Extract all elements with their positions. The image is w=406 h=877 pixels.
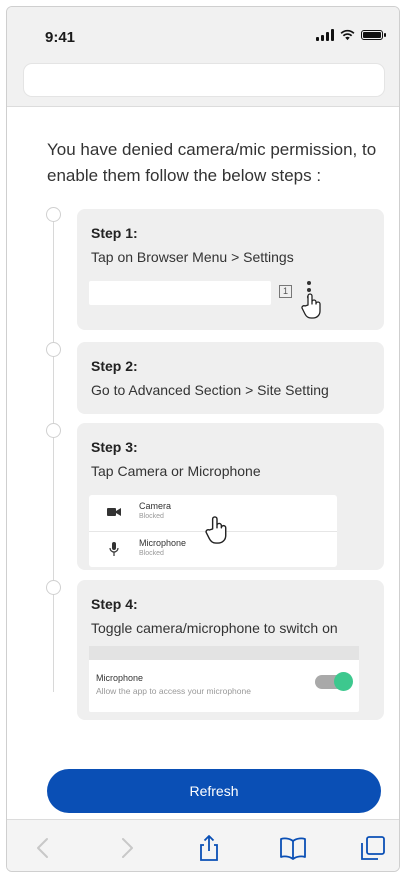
permission-name: Microphone xyxy=(139,538,187,548)
tab-count-icon: 1 xyxy=(279,285,292,298)
step-card-4: Step 4: Toggle camera/microphone to swit… xyxy=(77,580,384,720)
browser-bottom-toolbar xyxy=(7,819,399,871)
settings-header-strip xyxy=(89,646,359,660)
setting-title: Microphone xyxy=(96,673,144,683)
bookmarks-icon[interactable] xyxy=(279,834,307,862)
step-card-2: Step 2: Go to Advanced Section > Site Se… xyxy=(77,342,384,414)
microphone-setting-illustration: Microphone Allow the app to access your … xyxy=(89,646,359,712)
timeline-line xyxy=(53,212,54,692)
browser-top-chrome: 9:41 xyxy=(7,7,399,107)
step-description: Tap on Browser Menu > Settings xyxy=(91,249,294,265)
refresh-button[interactable]: Refresh xyxy=(47,769,381,813)
permission-status: Blocked xyxy=(139,550,164,557)
share-icon[interactable] xyxy=(195,834,223,862)
tap-hand-icon xyxy=(205,516,227,544)
tabs-icon[interactable] xyxy=(359,834,387,862)
microphone-icon xyxy=(109,542,119,556)
step-2-marker xyxy=(46,342,61,357)
address-bar[interactable] xyxy=(23,63,385,97)
instructions-heading: You have denied camera/mic permission, t… xyxy=(47,140,377,185)
step-title: Step 3: xyxy=(91,439,138,455)
toggle-knob xyxy=(334,672,353,691)
permission-status: Blocked xyxy=(139,513,164,520)
mock-browser-url-field xyxy=(89,281,271,305)
status-icons xyxy=(316,29,386,41)
step-title: Step 2: xyxy=(91,358,138,374)
step-card-3: Step 3: Tap Camera or Microphone Camera … xyxy=(77,423,384,570)
step-title: Step 4: xyxy=(91,596,138,612)
camera-icon xyxy=(107,508,121,516)
microphone-toggle xyxy=(315,672,353,691)
phone-frame: 9:41 You have denied camera/mic permissi… xyxy=(6,6,400,872)
tap-hand-icon xyxy=(301,293,321,319)
forward-icon[interactable] xyxy=(113,834,141,862)
step-card-1: Step 1: Tap on Browser Menu > Settings 1 xyxy=(77,209,384,330)
step-4-marker xyxy=(46,580,61,595)
step-title: Step 1: xyxy=(91,225,138,241)
step-description: Toggle camera/microphone to switch on xyxy=(91,620,338,636)
back-icon[interactable] xyxy=(29,834,57,862)
status-time: 9:41 xyxy=(45,29,76,46)
setting-subtitle: Allow the app to access your microphone xyxy=(96,686,251,696)
step-1-marker xyxy=(46,207,61,222)
battery-icon xyxy=(361,30,386,40)
step-3-marker xyxy=(46,423,61,438)
permission-name: Camera xyxy=(139,501,172,511)
step-description: Go to Advanced Section > Site Setting xyxy=(91,382,329,398)
wifi-icon xyxy=(340,29,355,41)
signal-icon xyxy=(316,29,334,41)
step-description: Tap Camera or Microphone xyxy=(91,463,261,479)
